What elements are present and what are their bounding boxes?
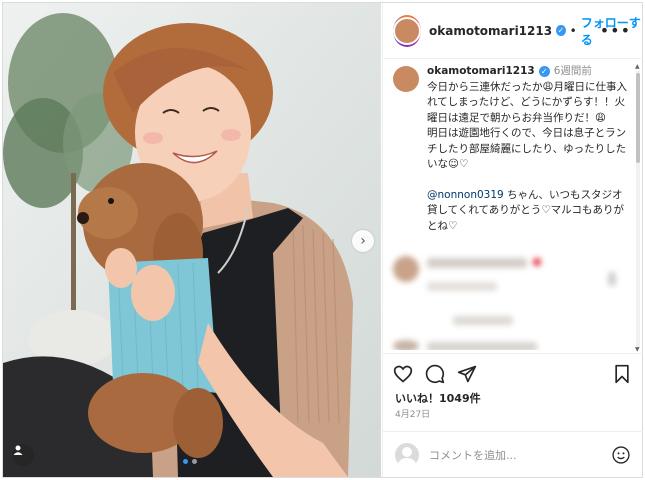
- caption-line-1: 今日から三連休だったか😩月曜日に仕事入れてしまったけど、どうにかずらす！！火曜日…: [427, 80, 627, 124]
- caption-avatar[interactable]: [393, 66, 419, 92]
- comments-scrollbar[interactable]: ▲ ▼: [635, 63, 641, 353]
- user-tag-button[interactable]: [12, 444, 34, 466]
- caption-line-2: 明日は遊園地行くので、今日は息子とランチしたり部屋綺麗にしたり、ゆったりしたいな…: [427, 127, 627, 170]
- carousel-dot: [192, 459, 197, 464]
- header-username[interactable]: okamotomari1213: [429, 24, 552, 38]
- post-date[interactable]: 4月27日: [395, 407, 430, 420]
- caption-username[interactable]: okamotomari1213: [427, 65, 535, 77]
- mention-link[interactable]: @nonnon0319: [427, 189, 504, 201]
- next-photo-button[interactable]: ›: [352, 230, 374, 252]
- scroll-thumb[interactable]: [636, 73, 640, 163]
- more-options-icon[interactable]: •••: [600, 21, 631, 40]
- carousel-dots: [183, 459, 197, 464]
- emoji-icon[interactable]: [611, 445, 631, 465]
- user-avatar: [395, 442, 419, 467]
- photo-illustration: [3, 3, 381, 477]
- comments-section: okamotomari1213 ✓ 6週間前 今日から三連休だったか😩月曜日に仕事入…: [383, 60, 635, 350]
- verified-icon: ✓: [556, 25, 566, 36]
- post-photo[interactable]: ›: [3, 3, 381, 477]
- story-ring[interactable]: [393, 14, 421, 47]
- post-header: okamotomari1213 ✓ • フォローする •••: [383, 3, 643, 59]
- comment-icon[interactable]: [425, 364, 445, 384]
- caption-time[interactable]: 6週間前: [554, 65, 592, 77]
- comment-input-bar: コメントを追加...: [383, 431, 643, 477]
- comment-input[interactable]: コメントを追加...: [429, 447, 517, 463]
- chevron-right-icon: ›: [360, 233, 366, 249]
- bookmark-icon[interactable]: [613, 364, 631, 384]
- likes-count[interactable]: いいね！1049件: [395, 390, 481, 406]
- heart-icon[interactable]: [393, 364, 413, 384]
- instagram-post-modal: › okamotomari1213 ✓ • フォローする ••• okamoto…: [2, 2, 643, 478]
- scroll-down-icon[interactable]: ▼: [635, 346, 640, 353]
- action-bar: [383, 353, 643, 393]
- carousel-dot-active: [183, 459, 188, 464]
- post-caption: okamotomari1213 ✓ 6週間前 今日から三連休だったか😩月曜日に仕事入…: [393, 64, 633, 234]
- post-side-panel: okamotomari1213 ✓ • フォローする ••• okamotoma…: [382, 3, 643, 477]
- verified-icon: ✓: [538, 65, 550, 77]
- user-tag-icon: [13, 445, 23, 455]
- avatar: [393, 16, 421, 45]
- share-icon[interactable]: [457, 364, 477, 384]
- separator: •: [569, 23, 577, 38]
- scroll-up-icon[interactable]: ▲: [635, 63, 640, 70]
